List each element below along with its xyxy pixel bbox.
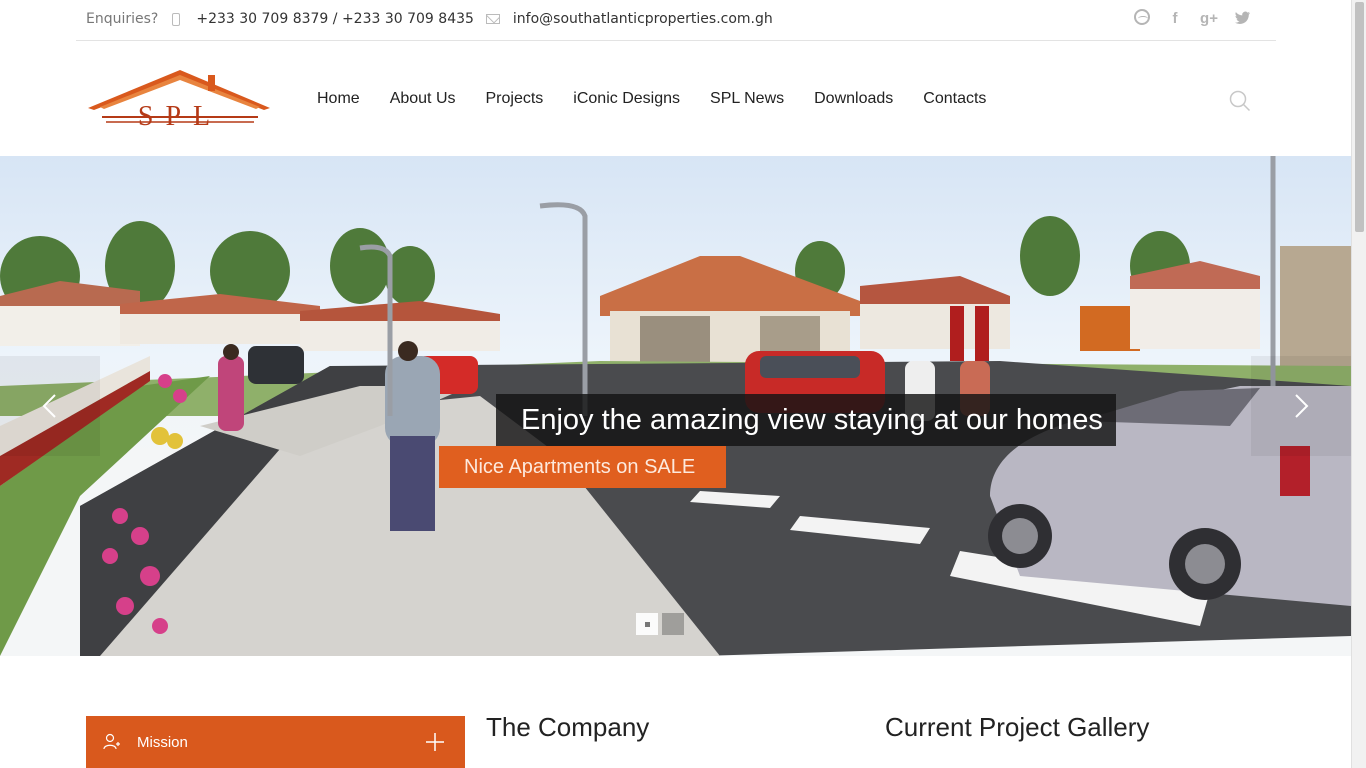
user-add-icon <box>103 733 120 750</box>
slide-bullet-1[interactable] <box>636 613 658 635</box>
slider-pagination <box>636 613 684 635</box>
slide-caption-sub[interactable]: Nice Apartments on SALE <box>439 446 726 488</box>
nav-contacts[interactable]: Contacts <box>908 90 1001 108</box>
company-heading: The Company <box>486 712 650 742</box>
slide-bullet-2[interactable] <box>662 613 684 635</box>
gallery-heading: Current Project Gallery <box>885 712 1150 742</box>
chevron-left-icon <box>42 394 56 418</box>
plus-icon[interactable] <box>425 732 445 752</box>
mission-label: Mission <box>137 733 188 751</box>
nav-projects[interactable]: Projects <box>471 90 559 108</box>
social-links: f g+ <box>1134 9 1252 27</box>
mission-accordion-header[interactable]: Mission <box>86 716 465 768</box>
contact-info: Enquiries? +233 30 709 8379 / +233 30 70… <box>86 11 773 27</box>
logo-text: SPL <box>138 101 222 132</box>
nav-spl-news[interactable]: SPL News <box>695 90 799 108</box>
site-header: SPL Home About Us Projects iConic Design… <box>0 41 1351 156</box>
email-link[interactable]: info@southatlanticproperties.com.gh <box>513 11 773 27</box>
slide-caption-main: Enjoy the amazing view staying at our ho… <box>496 394 1116 446</box>
chevron-right-icon <box>1295 394 1309 418</box>
prev-slide-button[interactable] <box>0 356 100 456</box>
top-contact-bar: Enquiries? +233 30 709 8379 / +233 30 70… <box>76 0 1276 41</box>
enquiries-label: Enquiries? <box>86 11 159 27</box>
dribbble-icon[interactable] <box>1134 9 1150 25</box>
twitter-icon[interactable] <box>1234 9 1252 27</box>
google-plus-icon[interactable]: g+ <box>1200 9 1218 27</box>
facebook-icon[interactable]: f <box>1166 9 1184 27</box>
nav-iconic-designs[interactable]: iConic Designs <box>558 90 695 108</box>
scrollbar-thumb[interactable] <box>1355 2 1364 232</box>
phone-icon <box>172 12 181 26</box>
nav-home[interactable]: Home <box>302 90 375 108</box>
mail-icon <box>485 14 500 24</box>
page-scrollbar[interactable] <box>1351 0 1366 768</box>
spl-logo[interactable]: SPL <box>86 67 272 133</box>
nav-about-us[interactable]: About Us <box>375 90 471 108</box>
hero-slider[interactable]: Enjoy the amazing view staying at our ho… <box>0 156 1351 656</box>
phone-numbers: +233 30 709 8379 / +233 30 709 8435 <box>196 11 474 27</box>
main-nav: Home About Us Projects iConic Designs SP… <box>302 90 1001 108</box>
next-slide-button[interactable] <box>1251 356 1351 456</box>
search-icon[interactable] <box>1229 90 1251 112</box>
nav-downloads[interactable]: Downloads <box>799 90 908 108</box>
page: Enquiries? +233 30 709 8379 / +233 30 70… <box>0 0 1366 768</box>
